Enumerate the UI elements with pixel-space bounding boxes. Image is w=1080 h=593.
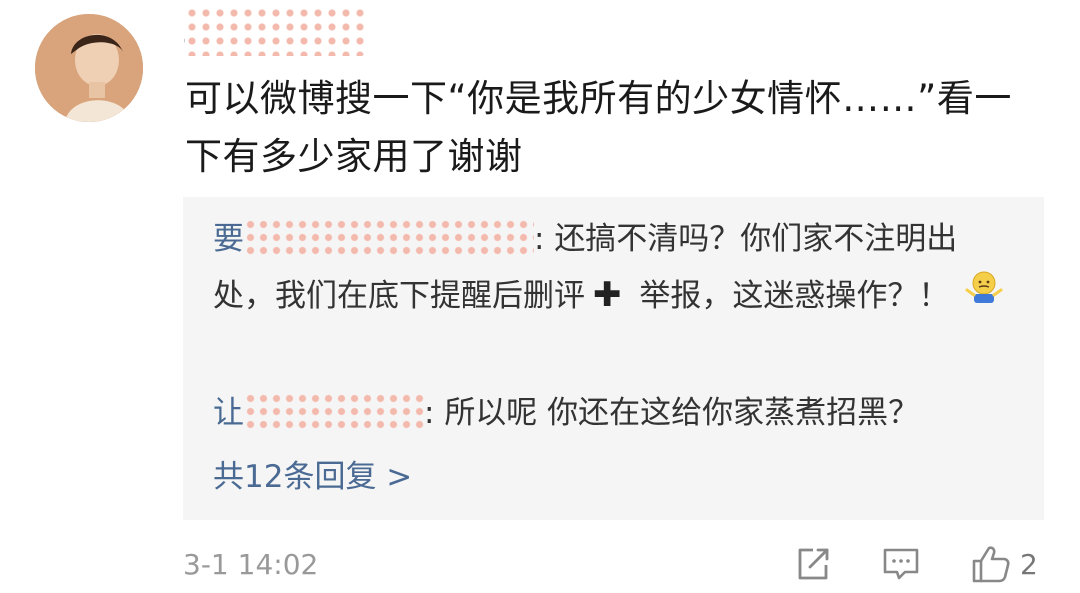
reply-text: 所以呢 你还在这给你家蒸煮招黑？: [444, 395, 920, 431]
avatar-image: [35, 14, 143, 122]
replies-panel[interactable]: 要: 还搞不清吗？你们家不注明出处，我们在底下提醒后删评 ✚ 举报，这迷惑操作？！…: [183, 197, 1044, 520]
reply-username[interactable]: 让: [213, 391, 424, 432]
like-button[interactable]: 2: [970, 544, 1038, 584]
reply-separator: :: [534, 221, 555, 257]
reply-separator: :: [424, 395, 445, 431]
reply-item[interactable]: 要: 还搞不清吗？你们家不注明出处，我们在底下提醒后删评 ✚ 举报，这迷惑操作？！: [213, 211, 1013, 324]
comment-button[interactable]: [881, 544, 921, 584]
username-redacted: [244, 217, 534, 258]
like-count: 2: [1020, 547, 1038, 581]
share-icon: [798, 548, 829, 580]
share-button[interactable]: [793, 544, 833, 584]
comment-text: 可以微博搜一下“你是我所有的少女情怀……”看一下有多少家用了谢谢: [185, 77, 1012, 178]
reply-text-continued: 举报，这迷惑操作？！: [629, 278, 950, 314]
comment-footer: 3-1 14:02 2: [183, 544, 1053, 588]
avatar[interactable]: [35, 14, 143, 122]
plus-icon: ✚: [593, 275, 622, 315]
username-redacted[interactable]: [185, 6, 365, 56]
more-replies-link[interactable]: 共12条回复 >: [213, 449, 412, 505]
username-redacted: [244, 391, 424, 432]
reply-username[interactable]: 要: [213, 217, 534, 258]
timestamp: 3-1 14:02: [183, 548, 319, 581]
shrug-emoji-icon: [965, 266, 1003, 322]
reply-item[interactable]: 让: 所以呢 你还在这给你家蒸煮招黑？: [213, 385, 1013, 441]
comment-card: ( 可以微博搜一下“你是我所有的少女情怀……”看一下有多少家用了谢谢 要: 还搞…: [0, 0, 1080, 593]
comment-icon: [883, 548, 919, 580]
like-icon: [972, 546, 1010, 583]
